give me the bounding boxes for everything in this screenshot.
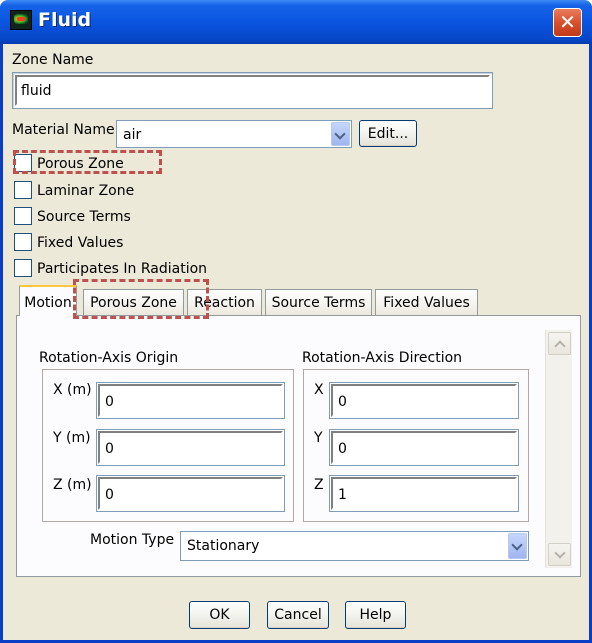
direction-x-label: X bbox=[314, 382, 324, 398]
source-terms-label: Source Terms bbox=[37, 209, 131, 225]
direction-x-value: 0 bbox=[338, 394, 347, 410]
direction-y-label: Y bbox=[314, 430, 323, 446]
origin-y-label: Y (m) bbox=[53, 430, 91, 446]
tab-fixed-values[interactable]: Fixed Values bbox=[375, 289, 478, 315]
tab-source-terms[interactable]: Source Terms bbox=[265, 289, 372, 315]
material-name-select[interactable]: air bbox=[116, 120, 352, 148]
laminar-zone-label: Laminar Zone bbox=[37, 183, 135, 199]
chevron-down-icon[interactable] bbox=[331, 122, 350, 146]
origin-x-inner[interactable]: 0 bbox=[98, 384, 283, 417]
source-terms-checkbox[interactable] bbox=[14, 207, 32, 225]
rotation-axis-origin-title: Rotation-Axis Origin bbox=[39, 350, 179, 366]
porous-zone-checkbox[interactable] bbox=[14, 154, 32, 172]
motion-type-select[interactable]: Stationary bbox=[180, 531, 529, 561]
material-name-value: air bbox=[123, 127, 142, 143]
fluent-app-icon bbox=[10, 10, 32, 30]
tab-porous-zone[interactable]: Porous Zone bbox=[83, 289, 184, 315]
motion-tab-panel: Rotation-Axis Origin X (m) 0 Y (m) 0 Z (… bbox=[16, 315, 581, 577]
title-bar[interactable]: Fluid ✕ bbox=[0, 0, 592, 44]
cancel-button[interactable]: Cancel bbox=[267, 601, 329, 629]
zone-name-label: Zone Name bbox=[12, 52, 94, 68]
porous-zone-label: Porous Zone bbox=[37, 156, 124, 172]
origin-x-label: X (m) bbox=[53, 382, 92, 398]
fixed-values-label: Fixed Values bbox=[37, 235, 124, 251]
origin-x-value: 0 bbox=[105, 394, 114, 410]
origin-z-label: Z (m) bbox=[53, 477, 92, 493]
fluid-dialog: Fluid ✕ Zone Name fluid Material Name ai… bbox=[0, 0, 592, 643]
participates-in-radiation-label: Participates In Radiation bbox=[37, 261, 208, 277]
direction-z-value: 1 bbox=[338, 487, 347, 503]
zone-name-input[interactable]: fluid bbox=[15, 75, 490, 106]
origin-z-input[interactable]: 0 bbox=[96, 475, 285, 512]
origin-y-inner[interactable]: 0 bbox=[98, 431, 283, 464]
material-name-label: Material Name bbox=[12, 122, 115, 138]
laminar-zone-checkbox[interactable] bbox=[14, 181, 32, 199]
direction-x-input[interactable]: 0 bbox=[329, 382, 519, 419]
direction-z-input[interactable]: 1 bbox=[329, 475, 519, 512]
help-button[interactable]: Help bbox=[345, 601, 406, 629]
origin-y-input[interactable]: 0 bbox=[96, 429, 285, 466]
direction-z-inner[interactable]: 1 bbox=[331, 477, 517, 510]
scroll-down-arrow-icon[interactable] bbox=[548, 543, 571, 566]
direction-x-inner[interactable]: 0 bbox=[331, 384, 517, 417]
origin-x-input[interactable]: 0 bbox=[96, 382, 285, 419]
motion-type-value: Stationary bbox=[187, 538, 260, 554]
rotation-axis-direction-group: X 0 Y 0 Z 1 bbox=[303, 369, 529, 522]
direction-y-input[interactable]: 0 bbox=[329, 429, 519, 466]
origin-y-value: 0 bbox=[105, 441, 114, 457]
zone-name-value: fluid bbox=[21, 83, 52, 99]
tab-panel-scrollbar[interactable] bbox=[545, 330, 572, 568]
window-title: Fluid bbox=[38, 9, 92, 31]
rotation-axis-direction-title: Rotation-Axis Direction bbox=[302, 350, 463, 366]
tab-motion[interactable]: Motion bbox=[19, 285, 77, 316]
origin-z-inner[interactable]: 0 bbox=[98, 477, 283, 510]
ok-button[interactable]: OK bbox=[189, 601, 250, 629]
edit-material-button[interactable]: Edit... bbox=[359, 120, 417, 147]
direction-y-value: 0 bbox=[338, 441, 347, 457]
direction-z-label: Z bbox=[314, 477, 324, 493]
origin-z-value: 0 bbox=[105, 487, 114, 503]
tab-reaction[interactable]: Reaction bbox=[187, 289, 262, 315]
chevron-down-icon[interactable] bbox=[508, 533, 527, 559]
scroll-up-arrow-icon[interactable] bbox=[548, 332, 571, 355]
fixed-values-checkbox[interactable] bbox=[14, 233, 32, 251]
motion-type-label: Motion Type bbox=[90, 532, 175, 548]
zone-name-field-frame[interactable]: fluid bbox=[12, 72, 493, 109]
participates-in-radiation-checkbox[interactable] bbox=[14, 259, 32, 277]
direction-y-inner[interactable]: 0 bbox=[331, 431, 517, 464]
rotation-axis-origin-group: X (m) 0 Y (m) 0 Z (m) 0 bbox=[42, 369, 294, 522]
close-button[interactable]: ✕ bbox=[553, 8, 582, 37]
